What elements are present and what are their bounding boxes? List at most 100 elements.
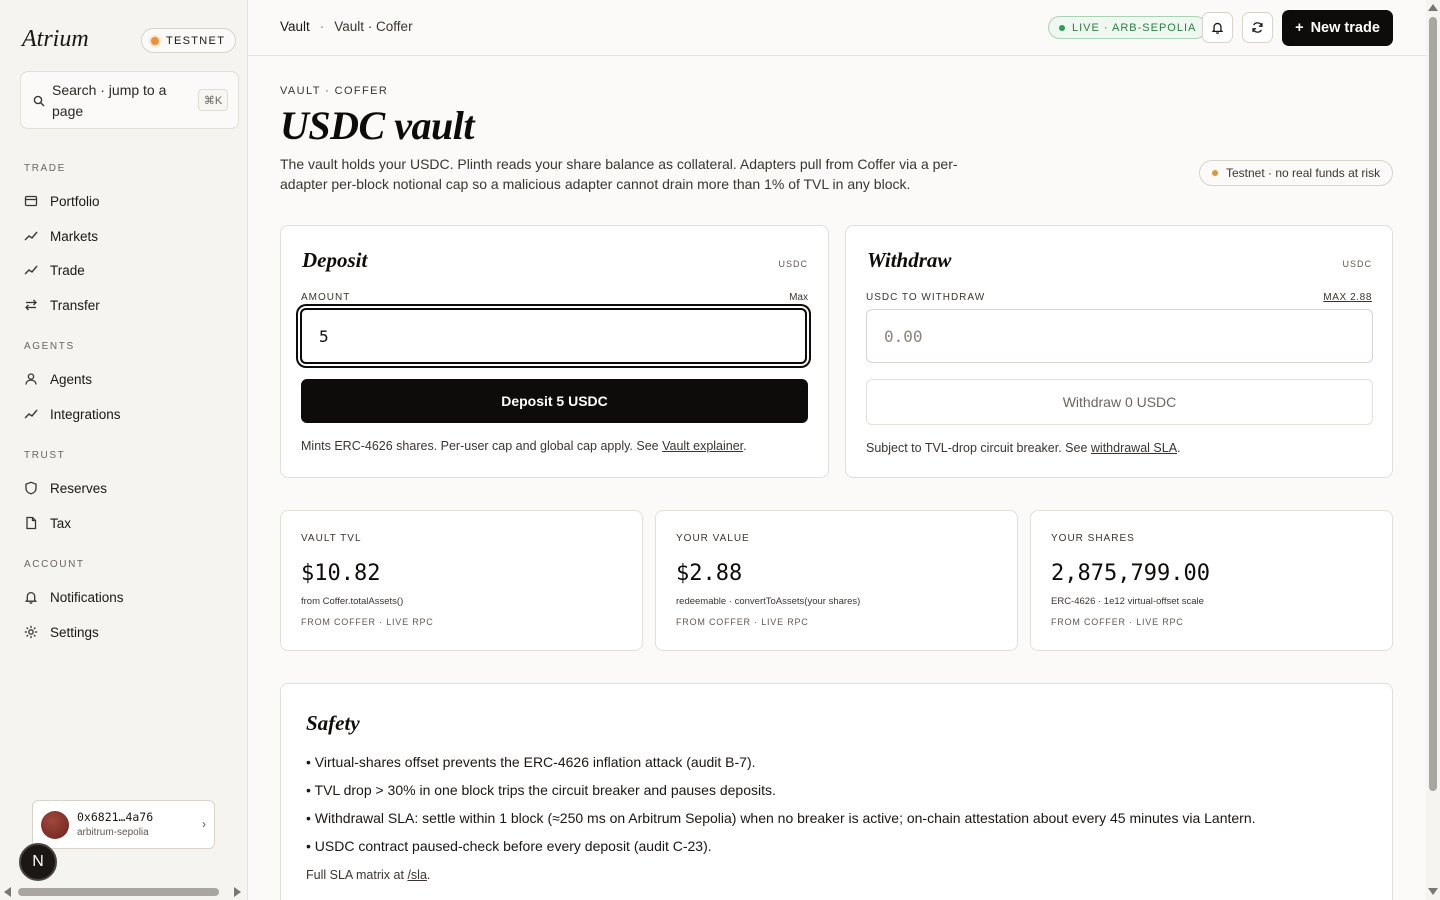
stat-card-your-shares: YOUR SHARES 2,875,799.00 ERC-4626 · 1e12…: [1030, 510, 1393, 651]
sidebar-item-integrations[interactable]: Integrations: [24, 402, 234, 426]
sidebar-item-tax[interactable]: Tax: [24, 511, 234, 535]
sidebar-item-transfer[interactable]: Transfer: [24, 293, 234, 317]
sidebar-item-reserves[interactable]: Reserves: [24, 476, 234, 500]
page-eyebrow: VAULT · COFFER: [280, 85, 389, 97]
page-title: USDC vault: [280, 103, 474, 148]
wallet-network: arbitrum-sepolia: [77, 827, 149, 838]
stat-subtitle: redeemable · convertToAssets(your shares…: [676, 596, 861, 607]
sla-link[interactable]: /sla: [407, 868, 426, 882]
withdraw-button[interactable]: Withdraw 0 USDC: [866, 379, 1373, 425]
swap-icon: [25, 299, 37, 311]
deposit-unit: USDC: [778, 259, 808, 269]
stat-label: YOUR VALUE: [676, 533, 750, 544]
sidebar-item-agents[interactable]: Agents: [24, 367, 234, 391]
new-trade-button[interactable]: + New trade: [1282, 10, 1393, 46]
shield-icon: [25, 481, 37, 495]
withdraw-max-button[interactable]: MAX 2.88: [1323, 292, 1372, 303]
page-intro: The vault holds your USDC. Plinth reads …: [280, 156, 958, 192]
sidebar-item-label: Portfolio: [50, 193, 100, 209]
chevron-right-icon: ›: [202, 817, 206, 831]
deposit-amount-input[interactable]: 5: [300, 308, 807, 364]
stat-source: FROM COFFER · LIVE RPC: [1051, 617, 1184, 627]
safety-footer: Full SLA matrix at /sla.: [306, 868, 430, 882]
trend-icon: [24, 265, 38, 275]
notifications-button[interactable]: [1202, 12, 1233, 43]
safety-item: • Withdrawal SLA: settle within 1 block …: [306, 810, 1256, 826]
stat-subtitle: ERC-4626 · 1e12 virtual-offset scale: [1051, 596, 1204, 607]
sidebar-item-trade[interactable]: Trade: [24, 258, 234, 282]
risk-badge-label: Testnet · no real funds at risk: [1226, 166, 1381, 180]
breadcrumb-root[interactable]: Vault: [280, 19, 310, 34]
stat-source: FROM COFFER · LIVE RPC: [676, 617, 809, 627]
withdraw-note: Subject to TVL-drop circuit breaker. See…: [866, 441, 1181, 455]
sidebar-item-notifications[interactable]: Notifications: [24, 585, 234, 609]
sidebar-item-portfolio[interactable]: Portfolio: [24, 189, 234, 213]
search-shortcut: ⌘K: [198, 89, 228, 111]
sidebar-item-label: Tax: [50, 515, 72, 531]
sidebar-item-label: Agents: [50, 371, 93, 387]
plus-icon: +: [1295, 20, 1304, 36]
safety-item: • Virtual-shares offset prevents the ERC…: [306, 754, 756, 770]
section-trust: TRUST: [24, 450, 66, 461]
safety-title: Safety: [306, 711, 360, 735]
withdraw-amount-input[interactable]: 0.00: [866, 309, 1373, 363]
bell-icon: [24, 591, 38, 604]
withdraw-note-suffix: .: [1177, 441, 1181, 455]
scroll-left-icon[interactable]: [4, 887, 11, 897]
withdraw-title: Withdraw: [867, 248, 952, 272]
network-status-label: LIVE · ARB-SEPOLIA: [1072, 21, 1197, 34]
user-badge[interactable]: N: [19, 843, 57, 881]
search-input[interactable]: Search · jump to a page ⌘K: [20, 71, 239, 129]
search-icon: [33, 95, 45, 107]
scroll-up-icon[interactable]: [1428, 4, 1438, 11]
stat-value: $10.82: [301, 561, 381, 586]
stat-label: YOUR SHARES: [1051, 533, 1135, 544]
withdraw-note-text: Subject to TVL-drop circuit breaker. See: [866, 441, 1091, 455]
breadcrumb: Vault · Vault · Coffer: [280, 19, 413, 34]
scrollbar-thumb[interactable]: [18, 888, 219, 896]
wallet-address: 0x6821…4a76: [77, 810, 154, 824]
withdraw-card: Withdraw USDC USDC TO WITHDRAW MAX 2.88 …: [845, 225, 1393, 478]
safety-card: Safety • Virtual-shares offset prevents …: [280, 683, 1393, 900]
new-trade-label: New trade: [1310, 20, 1380, 36]
safety-footer-suffix: .: [426, 868, 431, 882]
sidebar-item-label: Settings: [50, 624, 99, 640]
search-label: Search · jump to a page: [52, 82, 167, 119]
horizontal-scrollbar[interactable]: [0, 884, 248, 900]
safety-footer-text: Full SLA matrix at: [306, 868, 408, 882]
gear-icon: [24, 625, 38, 639]
user-icon: [25, 373, 37, 385]
risk-badge: Testnet · no real funds at risk: [1199, 160, 1394, 186]
sidebar-item-markets[interactable]: Markets: [24, 224, 234, 248]
testnet-dot-icon: [151, 36, 159, 45]
vault-explainer-link[interactable]: Vault explainer: [662, 439, 743, 453]
stat-value: 2,875,799.00: [1051, 561, 1210, 586]
vertical-scrollbar[interactable]: [1426, 0, 1440, 900]
scroll-down-icon[interactable]: [1428, 888, 1438, 895]
brand-logo[interactable]: Atrium: [22, 26, 89, 53]
sidebar-item-label: Markets: [50, 228, 99, 244]
deposit-button[interactable]: Deposit 5 USDC: [301, 379, 808, 423]
scroll-right-icon[interactable]: [234, 887, 241, 897]
sidebar-item-label: Integrations: [50, 406, 121, 422]
sidebar-item-settings[interactable]: Settings: [24, 620, 234, 644]
scrollbar-thumb[interactable]: [1429, 17, 1437, 791]
sidebar-item-label: Notifications: [50, 589, 124, 605]
withdraw-field-label: USDC TO WITHDRAW: [866, 292, 986, 303]
safety-list: • Virtual-shares offset prevents the ERC…: [306, 752, 1256, 864]
wallet-selector[interactable]: 0x6821…4a76 arbitrum-sepolia ›: [32, 800, 215, 849]
withdrawal-sla-link[interactable]: withdrawal SLA: [1091, 441, 1177, 455]
stat-card-your-value: YOUR VALUE $2.88 redeemable · convertToA…: [655, 510, 1018, 651]
risk-dot-icon: [1212, 170, 1218, 176]
sidebar-item-label: Transfer: [50, 297, 100, 313]
refresh-button[interactable]: [1242, 12, 1273, 43]
main-content: VAULT · COFFER USDC vault The vault hold…: [248, 56, 1426, 900]
breadcrumb-separator: ·: [319, 19, 325, 34]
deposit-max-button[interactable]: Max: [789, 292, 808, 303]
deposit-note-text: Mints ERC-4626 shares. Per-user cap and …: [301, 439, 663, 453]
section-account: ACCOUNT: [24, 559, 85, 570]
topbar: Vault · Vault · Coffer LIVE · ARB-SEPOLI…: [248, 0, 1426, 56]
withdraw-unit: USDC: [1342, 259, 1372, 269]
wallet-avatar: [41, 811, 69, 839]
trend-icon: [24, 409, 38, 419]
